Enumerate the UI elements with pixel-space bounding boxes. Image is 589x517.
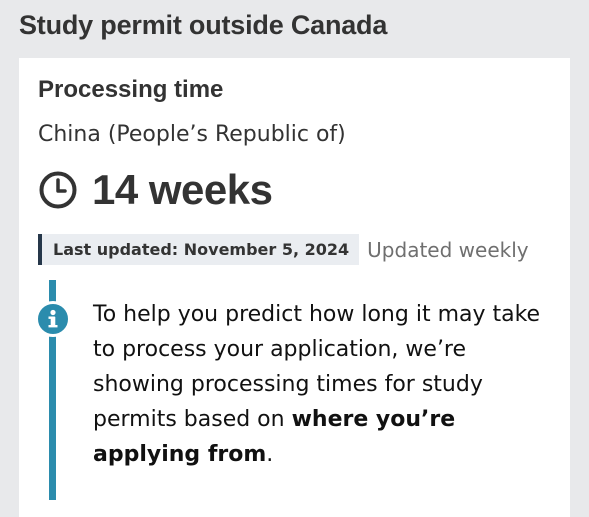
processing-time-row: 14 weeks xyxy=(38,166,273,214)
country-label: China (People’s Republic of) xyxy=(38,122,346,147)
page: Study permit outside Canada Processing t… xyxy=(0,0,589,517)
update-frequency: Updated weekly xyxy=(367,237,529,262)
info-icon xyxy=(35,301,71,337)
clock-icon xyxy=(38,170,78,210)
updated-row: Last updated: November 5, 2024 Updated w… xyxy=(38,234,529,265)
processing-time-card: Processing time China (People’s Republic… xyxy=(19,58,570,517)
info-message: To help you predict how long it may take… xyxy=(93,297,563,472)
processing-time-value: 14 weeks xyxy=(92,166,273,213)
page-title: Study permit outside Canada xyxy=(19,10,388,40)
last-updated-badge: Last updated: November 5, 2024 xyxy=(38,234,360,265)
section-heading: Processing time xyxy=(38,76,224,103)
info-text-part2: . xyxy=(266,442,274,467)
